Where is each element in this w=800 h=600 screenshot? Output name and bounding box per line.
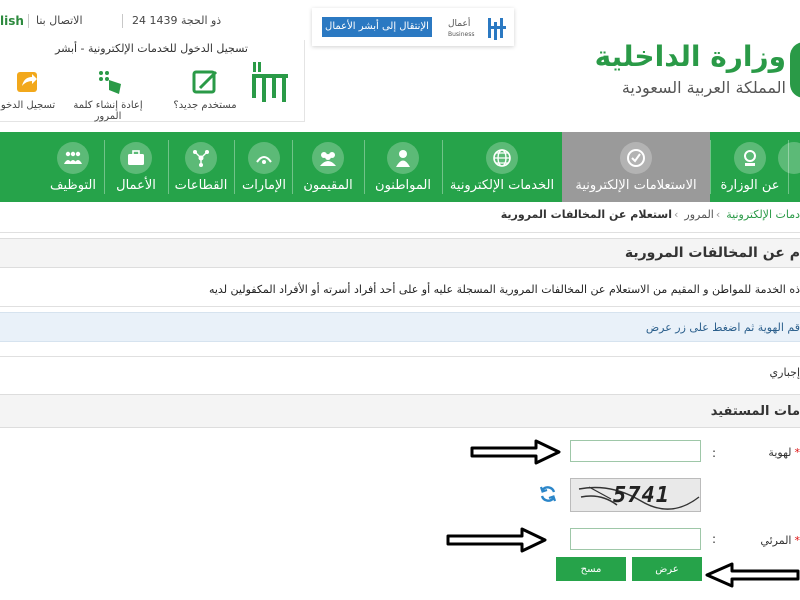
emirates-icon <box>248 142 280 174</box>
info-inquiries-icon <box>620 142 652 174</box>
nav-separator <box>788 140 789 194</box>
nav-item-about[interactable]: عن الوزارة <box>712 132 788 202</box>
nav-item-eservices[interactable]: الخدمات الإلكترونية <box>444 132 560 202</box>
employment-icon <box>57 142 89 174</box>
reset-password-label: إعادة إنشاء كلمة المرور <box>73 100 143 122</box>
refresh-captcha-icon[interactable] <box>538 484 558 504</box>
register-button[interactable]: تسجيل الدخو <box>0 68 56 111</box>
nav-label: الأعمال <box>116 178 156 193</box>
top-bar: lish الاتصال بنا 24 ذو الحجة 1439 <box>0 0 310 40</box>
nav-item-edge[interactable] <box>778 132 800 202</box>
breadcrumb-traffic[interactable]: المرور <box>684 208 713 221</box>
section-title: مات المستفيد <box>710 404 800 419</box>
reset-password-button[interactable]: إعادة إنشاء كلمة المرور <box>62 68 154 122</box>
id-number-input[interactable] <box>570 440 701 462</box>
absher-logo-icon[interactable] <box>250 60 290 106</box>
nav-separator <box>364 140 365 194</box>
nav-label: المواطنون <box>375 178 431 193</box>
arrow-left-icon <box>705 562 800 588</box>
nav-item-citizens[interactable]: المواطنون <box>366 132 440 202</box>
nav-separator <box>292 140 293 194</box>
go-to-business-button[interactable]: الإنتقال إلى أبشر الأعمال <box>322 17 432 37</box>
id-number-label: *لهوية <box>768 446 800 459</box>
absher-business-banner: الإنتقال إلى أبشر الأعمال أعمال Business <box>312 8 514 46</box>
ministry-logo[interactable]: وزارة الداخلية المملكة العربية السعودية <box>595 40 800 110</box>
login-title: تسجيل الدخول للخدمات الإلكترونية - أبشر <box>55 42 248 55</box>
absher-login-panel: تسجيل الدخول للخدمات الإلكترونية - أبشر … <box>0 40 305 122</box>
nav-item-inquiries[interactable]: الاستعلامات الإلكترونية <box>562 132 710 202</box>
sectors-icon <box>185 142 217 174</box>
code-label-text: المرئي <box>760 534 792 547</box>
nav-label: الخدمات الإلكترونية <box>449 178 555 193</box>
hijri-date: 24 ذو الحجة 1439 <box>132 14 222 27</box>
new-user-icon <box>192 70 218 94</box>
arrow-right-icon <box>470 439 561 465</box>
colon: : <box>712 532 717 546</box>
hand-pointer-icon <box>99 71 121 94</box>
info-text: قم الهوية ثم اضغط على زر عرض <box>645 321 800 334</box>
breadcrumb: دمات الإلكترونية›المرور›استعلام عن المخا… <box>499 208 800 228</box>
register-arrow-icon <box>17 72 37 92</box>
language-link[interactable]: lish <box>0 14 24 28</box>
nav-separator <box>442 140 443 194</box>
nav-item-business[interactable]: الأعمال <box>106 132 166 202</box>
absher-business-logo-icon: أعمال Business <box>448 17 506 40</box>
chevron-left-icon: › <box>715 208 721 221</box>
visual-code-label: *المرئي <box>760 534 800 547</box>
page-title: م عن المخالفات المرورية <box>624 245 800 261</box>
residents-icon <box>312 142 344 174</box>
emblem-icon <box>734 142 766 174</box>
nav-separator <box>168 140 169 194</box>
nav-separator <box>104 140 105 194</box>
nav-label: الإمارات <box>241 178 287 193</box>
nav-label: القطاعات <box>174 178 228 193</box>
citizen-icon <box>387 142 419 174</box>
ministry-country: المملكة العربية السعودية <box>621 78 786 97</box>
id-label-text: لهوية <box>768 446 792 459</box>
globe-icon <box>486 142 518 174</box>
arrow-right-icon <box>446 527 547 553</box>
nav-label: التوظيف <box>50 178 96 193</box>
divider <box>0 306 800 307</box>
visual-code-input[interactable] <box>570 528 701 550</box>
nav-item-residents[interactable]: المقيمون <box>294 132 362 202</box>
nav-separator <box>234 140 235 194</box>
nav-label: عن الوزارة <box>720 178 780 193</box>
briefcase-icon <box>120 142 152 174</box>
nav-item-emirates[interactable]: الإمارات <box>236 132 292 202</box>
nav-label: المقيمون <box>303 178 353 193</box>
colon: : <box>712 446 717 460</box>
separator <box>28 14 29 28</box>
service-description: ذه الخدمة للمواطن و المقيم من الاستعلام … <box>208 283 800 296</box>
required-mark: * <box>794 534 800 547</box>
separator <box>122 14 123 28</box>
info-banner: قم الهوية ثم اضغط على زر عرض <box>0 312 800 342</box>
nav-label: الاستعلامات الإلكترونية <box>575 178 697 193</box>
show-button[interactable]: عرض <box>632 557 702 581</box>
new-user-button[interactable]: مستخدم جديد؟ <box>170 68 240 111</box>
divider <box>0 232 800 233</box>
main-navigation: عن الوزارة الاستعلامات الإلكترونية الخدم… <box>0 132 800 202</box>
contact-link[interactable]: الاتصال بنا <box>36 14 83 27</box>
nav-separator <box>710 140 711 194</box>
required-fields-note: إجباري <box>769 366 800 379</box>
nav-item-sectors[interactable]: القطاعات <box>170 132 232 202</box>
business-logo-sub: Business <box>448 31 474 38</box>
nav-item-employment[interactable]: التوظيف <box>44 132 102 202</box>
required-mark: * <box>794 446 800 459</box>
captcha-text: 5741 <box>613 483 670 508</box>
clear-button[interactable]: مسح <box>556 557 626 581</box>
breadcrumb-current: استعلام عن المخالفات المرورية <box>500 208 672 221</box>
emblem-icon <box>790 42 800 98</box>
divider <box>0 356 800 357</box>
ministry-name: وزارة الداخلية <box>594 40 786 73</box>
register-label: تسجيل الدخو <box>0 100 56 111</box>
chevron-left-icon: › <box>673 208 679 221</box>
captcha-image: 5741 <box>570 478 701 512</box>
new-user-label: مستخدم جديد؟ <box>173 100 237 111</box>
breadcrumb-eservices[interactable]: دمات الإلكترونية <box>726 208 800 221</box>
beneficiary-section-header: مات المستفيد <box>0 394 800 428</box>
business-logo-text: أعمال <box>448 17 470 29</box>
page-header: م عن المخالفات المرورية <box>0 238 800 268</box>
